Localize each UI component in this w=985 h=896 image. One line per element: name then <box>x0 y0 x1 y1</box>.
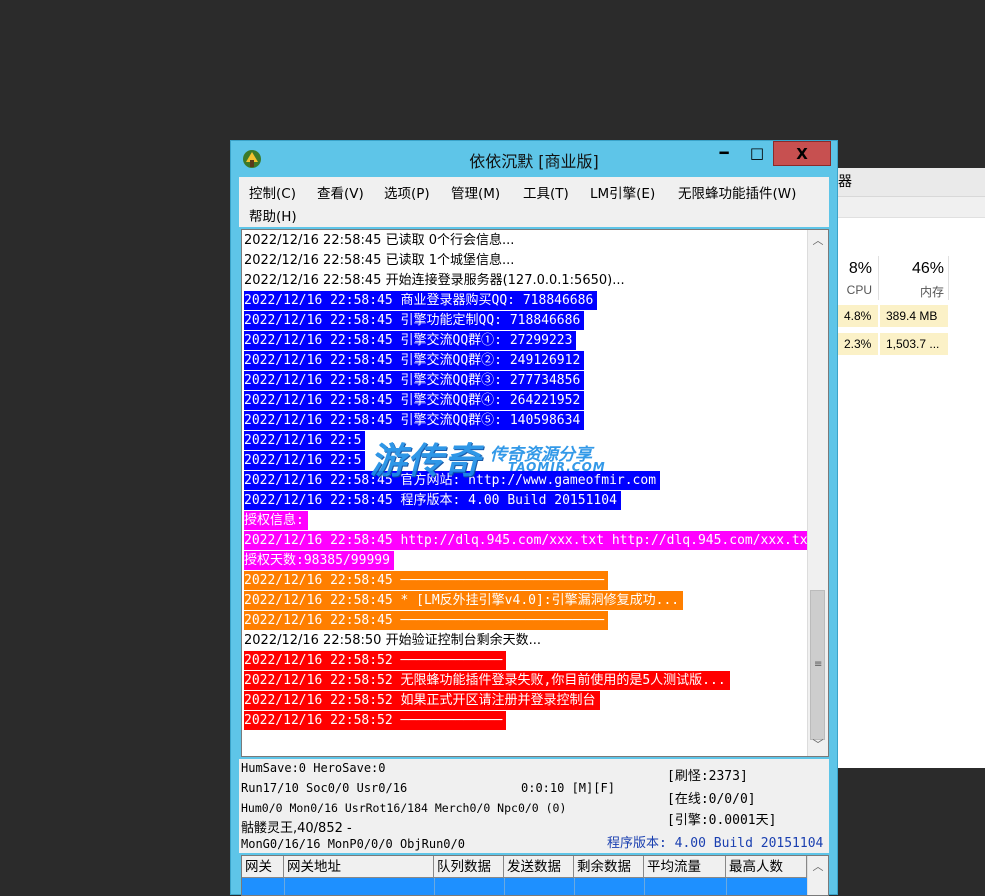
grip-icon: ≡ <box>814 659 823 670</box>
watermark-en: TAOMIR.COM <box>508 460 606 474</box>
menu-bar: 控制(C) 查看(V) 选项(P) 管理(M) 工具(T) LM引擎(E) 无限… <box>239 177 829 227</box>
log-line: 2022/12/16 22:58:45 引擎交流QQ群①: 27299223 <box>244 331 577 350</box>
cell-divider <box>284 878 285 895</box>
main-window: 依依沉默 [商业版] ━ □ X 控制(C) 查看(V) 选项(P) 管理(M)… <box>230 140 838 896</box>
log-line: 2022/12/16 22:58:52 如果正式开区请注册并登录控制台 <box>244 691 600 710</box>
menu-options[interactable]: 选项(P) <box>384 182 430 202</box>
watermark-logo: 游传奇 <box>370 441 482 482</box>
log-line: 2022/12/16 22:58:45 引擎交流QQ群⑤: 140598634 <box>244 411 585 430</box>
log-line: 2022/12/16 22:58:45 * [LM反外挂引擎v4.0]:引擎漏洞… <box>244 591 684 610</box>
task-manager-toolbar <box>820 197 985 218</box>
log-line: 2022/12/16 22:58:52 ───────────── <box>244 711 507 730</box>
log-line: 2022/12/16 22:5 <box>244 431 366 450</box>
log-line: 2022/12/16 22:58:45 ────────────────────… <box>244 571 609 590</box>
menu-tools[interactable]: 工具(T) <box>523 182 569 202</box>
cpu-percent: 8% <box>848 260 872 277</box>
maximize-button[interactable]: □ <box>741 141 773 166</box>
engine-days: [引擎:0.0001天] <box>667 813 777 828</box>
online-count: [在线:0/0/0] <box>667 792 756 807</box>
log-line: 2022/12/16 22:5 <box>244 451 366 470</box>
col-sent[interactable]: 发送数据 <box>504 856 574 878</box>
cell-divider <box>574 878 575 895</box>
log-line: 2022/12/16 22:58:45 开始连接登录服务器(127.0.0.1:… <box>244 273 625 288</box>
status-monster: 骷髅灵王,40/852 - <box>241 821 352 836</box>
memory-header[interactable]: 内存 <box>890 283 944 300</box>
log-line: 2022/12/16 22:58:45 引擎交流QQ群④: 264221952 <box>244 391 585 410</box>
log-line: 授权信息: <box>244 511 308 530</box>
cell-divider <box>644 878 645 895</box>
status-mongen: MonG0/16/16 MonP0/0/0 ObjRun0/0 <box>241 837 465 851</box>
task-manager-title: 器 <box>820 168 985 197</box>
memory-percent: 46% <box>911 260 944 277</box>
process-cpu-cell: 4.8% <box>838 305 878 327</box>
scroll-down-icon[interactable]: ﹀ <box>808 736 828 754</box>
col-gateway[interactable]: 网关 <box>242 856 284 878</box>
log-line: 2022/12/16 22:58:45 引擎交流QQ群②: 249126912 <box>244 351 585 370</box>
scroll-thumb[interactable]: ≡ <box>810 590 825 740</box>
log-line: 2022/12/16 22:58:45 引擎功能定制QQ: 718846686 <box>244 311 585 330</box>
log-scrollbar[interactable]: ︿ ≡ ﹀ <box>807 230 828 756</box>
menu-plugin[interactable]: 无限蜂功能插件(W) <box>678 182 796 202</box>
version-label: 程序版本: 4.00 Build 20151104 <box>607 836 824 851</box>
log-line: 2022/12/16 22:58:50 开始验证控制台剩余天数... <box>244 633 541 648</box>
log-line: 2022/12/16 22:58:45 已读取 0个行会信息... <box>244 233 515 248</box>
process-mem-cell: 389.4 MB <box>880 305 948 327</box>
minimize-button[interactable]: ━ <box>707 141 741 166</box>
log-line: 2022/12/16 22:58:45 已读取 1个城堡信息... <box>244 253 515 268</box>
col-avg-traffic[interactable]: 平均流量 <box>644 856 726 878</box>
menu-view[interactable]: 查看(V) <box>317 182 364 202</box>
status-objects: Hum0/0 Mon0/16 UsrRot16/184 Merch0/0 Npc… <box>241 801 567 815</box>
log-panel[interactable]: 2022/12/16 22:58:45 已读取 0个行会信息... 2022/12… <box>241 229 829 757</box>
table-scroll-up-icon[interactable]: ︿ <box>807 856 828 895</box>
status-save: HumSave:0 HeroSave:0 <box>241 761 386 775</box>
scroll-up-icon[interactable]: ︿ <box>808 232 828 250</box>
watermark: 游传奇 传奇资源分享 TAOMIR.COM <box>370 432 650 482</box>
refresh-count: [刷怪:2373] <box>667 769 748 784</box>
cpu-header[interactable]: CPU <box>840 283 872 297</box>
status-run: Run17/10 Soc0/0 Usr0/16 <box>241 781 408 795</box>
menu-lm-engine[interactable]: LM引擎(E) <box>590 182 655 202</box>
status-panel: HumSave:0 HeroSave:0 Run17/10 Soc0/0 Usr… <box>239 759 829 853</box>
log-line: 2022/12/16 22:58:45 程序版本: 4.00 Build 201… <box>244 491 621 510</box>
log-line: 2022/12/16 22:58:45 引擎交流QQ群③: 277734856 <box>244 371 585 390</box>
menu-manage[interactable]: 管理(M) <box>451 182 500 202</box>
log-line: 2022/12/16 22:58:52 无限蜂功能插件登录失败,你目前使用的是5… <box>244 671 730 690</box>
close-button[interactable]: X <box>773 141 831 166</box>
cell-divider <box>726 878 727 895</box>
col-gateway-address[interactable]: 网关地址 <box>284 856 434 878</box>
col-queue[interactable]: 队列数据 <box>434 856 504 878</box>
task-manager-window: 器 8% CPU 46% 内存 4.8% 389.4 MB 2.3% 1,503… <box>820 168 985 768</box>
column-divider <box>878 256 879 300</box>
gateway-table[interactable]: 网关 网关地址 队列数据 发送数据 剩余数据 平均流量 最高人数 ︿ <box>241 855 829 896</box>
menu-control[interactable]: 控制(C) <box>249 182 296 202</box>
log-line: 2022/12/16 22:58:45 http://dlq.945.com/x… <box>244 531 820 550</box>
log-line: 授权天数:98385/99999 <box>244 551 394 570</box>
cell-divider <box>504 878 505 895</box>
process-mem-cell: 1,503.7 ... <box>880 333 948 355</box>
cell-divider <box>434 878 435 895</box>
menu-help[interactable]: 帮助(H) <box>249 205 297 225</box>
col-remaining[interactable]: 剩余数据 <box>574 856 644 878</box>
log-line: 2022/12/16 22:58:45 商业登录器购买QQ: 718846686 <box>244 291 598 310</box>
column-divider <box>948 256 949 300</box>
status-timer: 0:0:10 [M][F] <box>521 781 615 795</box>
process-cpu-cell: 2.3% <box>838 333 878 355</box>
title-bar[interactable]: 依依沉默 [商业版] ━ □ X <box>231 141 837 175</box>
col-max-users[interactable]: 最高人数 <box>726 856 807 878</box>
log-line: 2022/12/16 22:58:52 ───────────── <box>244 651 507 670</box>
log-line: 2022/12/16 22:58:45 ────────────────────… <box>244 611 609 630</box>
table-row[interactable] <box>242 878 807 895</box>
